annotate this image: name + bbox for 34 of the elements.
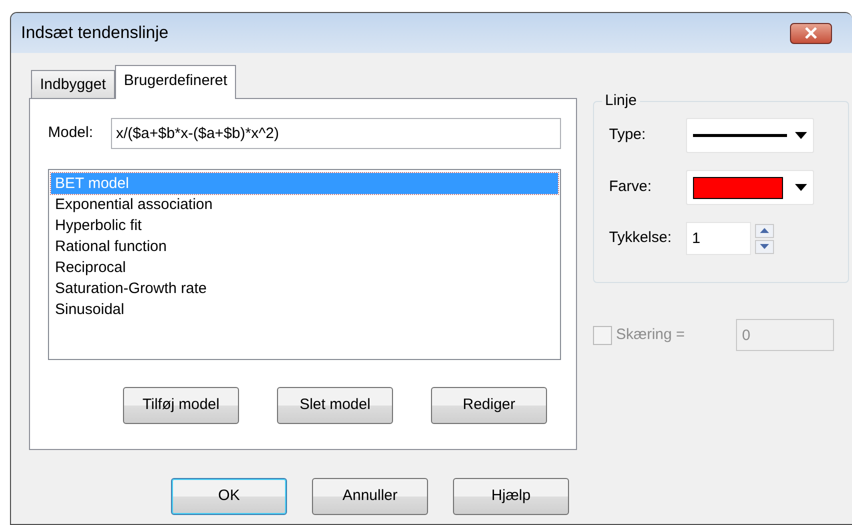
list-item[interactable]: Exponential association — [51, 194, 558, 215]
dialog-button[interactable]: Annuller — [312, 478, 428, 515]
solid-line-icon — [693, 134, 787, 138]
caret-icon — [795, 184, 807, 191]
intercept-label: Skæring = — [616, 324, 686, 345]
close-icon — [804, 27, 818, 39]
color-dropdown[interactable] — [686, 170, 814, 205]
dialog-button[interactable]: Hjælp — [453, 478, 569, 515]
model-button[interactable]: Rediger — [431, 387, 547, 424]
color-label: Farve: — [609, 177, 653, 198]
thickness-label: Tykkelse: — [609, 228, 673, 248]
down-arrow-icon — [760, 244, 769, 249]
list-item[interactable]: Saturation-Growth rate — [51, 278, 558, 299]
dialog-button[interactable]: OK — [171, 478, 287, 515]
list-item[interactable]: Reciprocal — [51, 257, 558, 278]
spin-up-button[interactable] — [755, 224, 774, 238]
window-title: Indsæt tendenslinje — [21, 22, 168, 44]
type-label: Type: — [609, 125, 647, 146]
close-button[interactable] — [790, 22, 832, 44]
list-item[interactable]: Hyperbolic fit — [51, 215, 558, 236]
line-type-dropdown[interactable] — [686, 118, 814, 153]
model-button[interactable]: Tilføj model — [123, 387, 239, 424]
model-button[interactable]: Slet model — [277, 387, 393, 424]
list-item[interactable]: Sinusoidal — [51, 299, 558, 320]
tab[interactable]: Brugerdefineret — [114, 65, 236, 99]
model-input[interactable]: x/($a+$b*x-($a+$b)*x^2) — [111, 118, 561, 149]
spin-down-button[interactable] — [755, 240, 774, 254]
thickness-input[interactable]: 1 — [686, 222, 751, 255]
tab[interactable]: Indbygget — [31, 70, 115, 98]
model-label: Model: — [48, 123, 94, 144]
group-title: Linje — [602, 92, 640, 110]
caret-icon — [795, 132, 807, 139]
up-arrow-icon — [760, 228, 769, 233]
list-item[interactable]: Rational function — [51, 236, 558, 257]
